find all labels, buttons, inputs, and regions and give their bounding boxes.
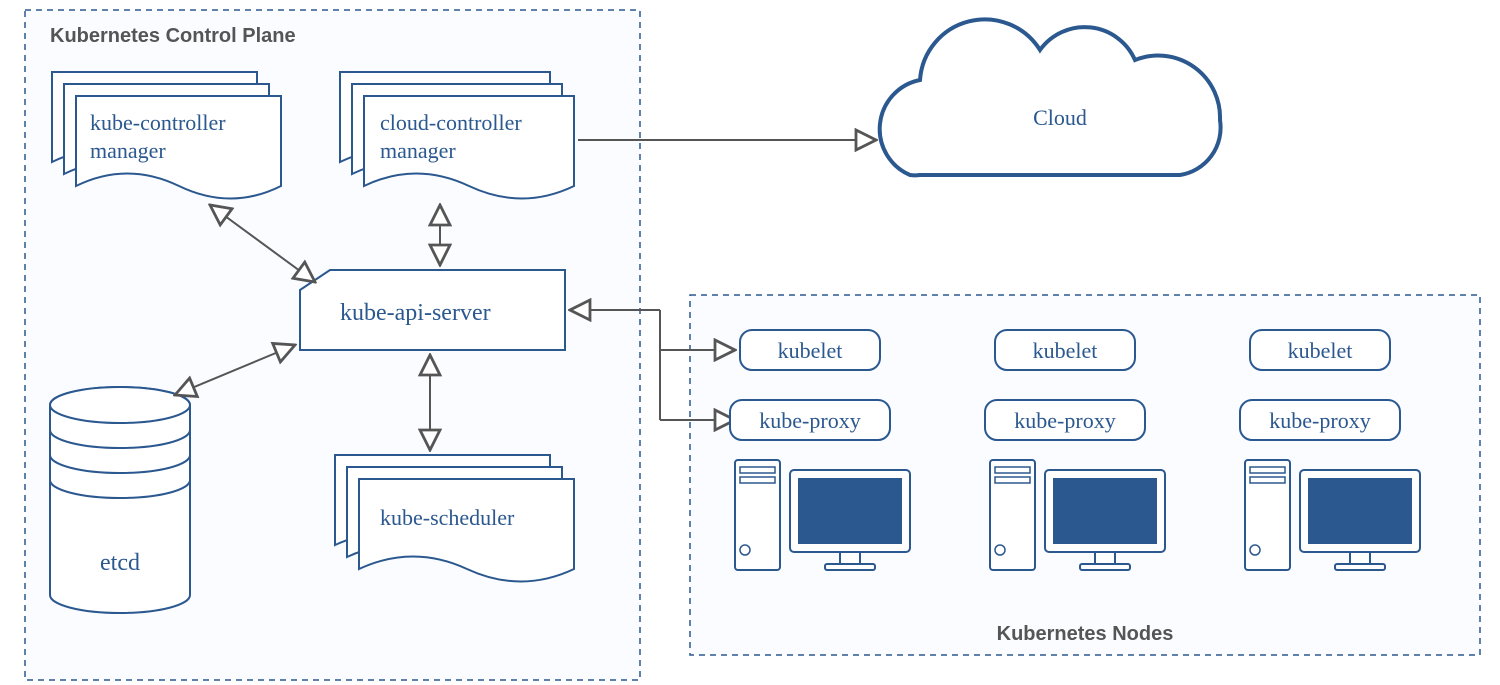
kube-scheduler-node: kube-scheduler — [335, 455, 574, 582]
node-3-kube-proxy-label: kube-proxy — [1269, 408, 1370, 433]
node-2-kube-proxy-label: kube-proxy — [1014, 408, 1115, 433]
kube-controller-manager-label-l2: manager — [90, 138, 166, 163]
kube-controller-manager-label-l1: kube-controller — [90, 110, 226, 135]
kubernetes-architecture-diagram: Kubernetes Control Plane kube-controller… — [0, 0, 1500, 685]
node-1-kubelet-label: kubelet — [778, 338, 843, 363]
cloud-node: Cloud — [880, 19, 1221, 175]
control-plane-title: Kubernetes Control Plane — [50, 25, 296, 47]
node-2-kubelet-label: kubelet — [1033, 338, 1098, 363]
nodes-title: Kubernetes Nodes — [997, 623, 1174, 645]
etcd-node: etcd — [50, 387, 190, 613]
kube-controller-manager-node: kube-controller manager — [52, 72, 281, 199]
node-1-kube-proxy-label: kube-proxy — [759, 408, 860, 433]
cloud-controller-manager-node: cloud-controller manager — [340, 72, 574, 199]
kube-api-server-node: kube-api-server — [300, 270, 565, 350]
cloud-label: Cloud — [1033, 105, 1087, 130]
kube-api-server-label: kube-api-server — [340, 300, 491, 326]
etcd-label: etcd — [100, 550, 140, 576]
cloud-controller-manager-label-l2: manager — [380, 138, 456, 163]
node-3-kubelet-label: kubelet — [1288, 338, 1353, 363]
cloud-controller-manager-label-l1: cloud-controller — [380, 110, 522, 135]
kube-scheduler-label: kube-scheduler — [380, 505, 515, 530]
